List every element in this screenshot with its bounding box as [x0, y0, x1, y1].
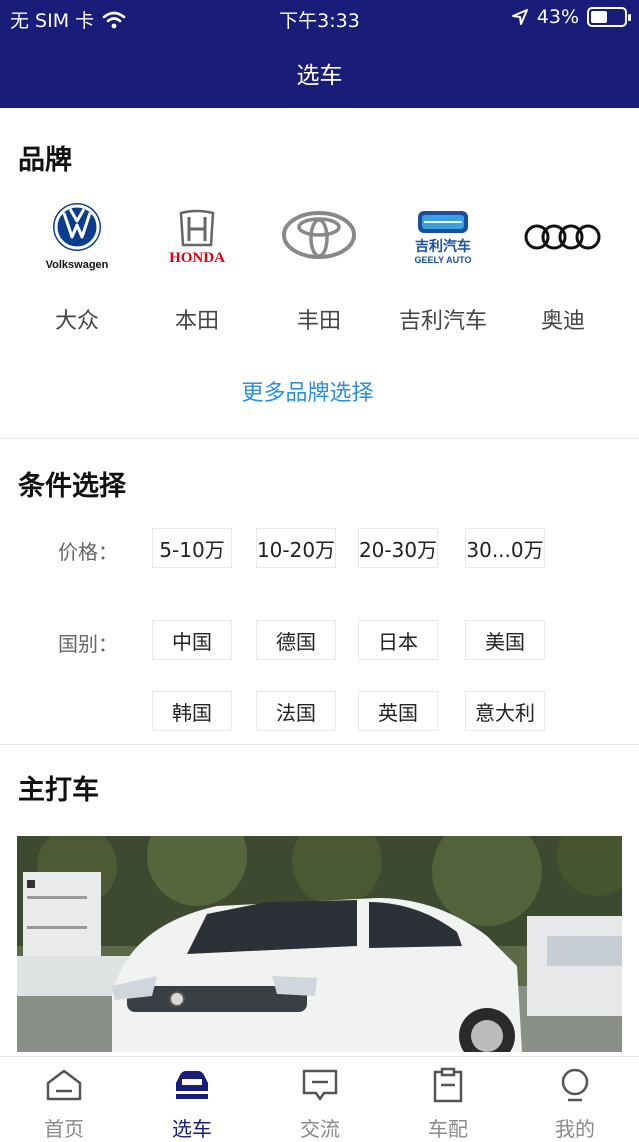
- brand-list: Volkswagen 大众 HONDA 本田 丰田 吉利汽车 GEELY AUT…: [0, 195, 639, 345]
- country-option-france[interactable]: 法国: [256, 691, 336, 731]
- audi-logo: [504, 195, 622, 275]
- brand-item-volkswagen[interactable]: Volkswagen 大众: [18, 195, 136, 345]
- tab-bar: 首页 选车 交流 车配 我的: [0, 1056, 639, 1141]
- geely-logo: 吉利汽车 GEELY AUTO: [384, 195, 502, 275]
- tab-label: 车配: [428, 1117, 468, 1141]
- tab-parts[interactable]: 车配: [384, 1057, 512, 1141]
- tab-label: 选车: [172, 1117, 212, 1141]
- country-option-usa[interactable]: 美国: [465, 620, 545, 660]
- country-option-china[interactable]: 中国: [152, 620, 232, 660]
- price-option-30-plus[interactable]: 30...0万: [465, 528, 545, 568]
- country-label: 国别：: [58, 632, 118, 656]
- filter-section-title: 条件选择: [18, 471, 126, 502]
- country-option-uk[interactable]: 英国: [358, 691, 438, 731]
- page-title: 选车: [296, 63, 343, 89]
- brands-section-title: 品牌: [18, 145, 72, 176]
- brand-item-audi[interactable]: 奥迪: [504, 195, 622, 345]
- profile-icon: [561, 1068, 589, 1102]
- divider: [0, 744, 639, 745]
- toyota-logo: [260, 195, 378, 275]
- brand-label: 大众: [54, 309, 99, 334]
- svg-text:GEELY AUTO: GEELY AUTO: [414, 255, 471, 265]
- tab-chat[interactable]: 交流: [256, 1057, 384, 1141]
- country-option-korea[interactable]: 韩国: [152, 691, 232, 731]
- divider: [0, 438, 639, 439]
- country-option-germany[interactable]: 德国: [256, 620, 336, 660]
- tab-label: 我的: [555, 1117, 595, 1141]
- brand-label: 吉利汽车: [398, 309, 487, 334]
- top-bar: 无 SIM 卡 下午3:33 43% 选车: [0, 0, 639, 108]
- brand-item-toyota[interactable]: 丰田: [260, 195, 378, 345]
- tab-home[interactable]: 首页: [0, 1057, 128, 1141]
- featured-car-photo[interactable]: [17, 836, 622, 1052]
- brand-label: 丰田: [296, 309, 341, 334]
- volkswagen-logo: Volkswagen: [18, 195, 136, 275]
- tab-label: 交流: [300, 1117, 340, 1141]
- location-arrow-icon: [511, 9, 528, 25]
- tab-profile[interactable]: 我的: [511, 1057, 639, 1141]
- svg-text:吉利汽车: 吉利汽车: [415, 238, 471, 255]
- chat-icon: [302, 1069, 338, 1101]
- battery-percent: 43%: [536, 6, 579, 28]
- brand-item-honda[interactable]: HONDA 本田: [138, 195, 256, 345]
- tab-label: 首页: [44, 1117, 84, 1141]
- honda-logo: HONDA: [138, 195, 256, 275]
- brand-label: 奥迪: [540, 309, 585, 334]
- country-option-japan[interactable]: 日本: [358, 620, 438, 660]
- svg-text:HONDA: HONDA: [169, 250, 225, 266]
- status-bar: 无 SIM 卡 下午3:33 43%: [0, 0, 639, 36]
- battery-icon: [587, 7, 631, 27]
- home-icon: [46, 1069, 82, 1101]
- brand-item-geely[interactable]: 吉利汽车 GEELY AUTO 吉利汽车: [384, 195, 502, 345]
- clipboard-icon: [433, 1067, 463, 1103]
- tab-choose-car[interactable]: 选车: [128, 1057, 256, 1141]
- price-label: 价格：: [58, 540, 118, 564]
- svg-text:Volkswagen: Volkswagen: [46, 259, 109, 271]
- brand-label: 本田: [174, 309, 219, 334]
- car-icon: [176, 1071, 208, 1099]
- featured-section-title: 主打车: [18, 775, 99, 806]
- price-option-10-20[interactable]: 10-20万: [256, 528, 336, 568]
- price-option-20-30[interactable]: 20-30万: [358, 528, 438, 568]
- more-brands-link[interactable]: 更多品牌选择: [0, 375, 615, 407]
- country-option-italy[interactable]: 意大利: [465, 691, 545, 731]
- price-option-5-10[interactable]: 5-10万: [152, 528, 232, 568]
